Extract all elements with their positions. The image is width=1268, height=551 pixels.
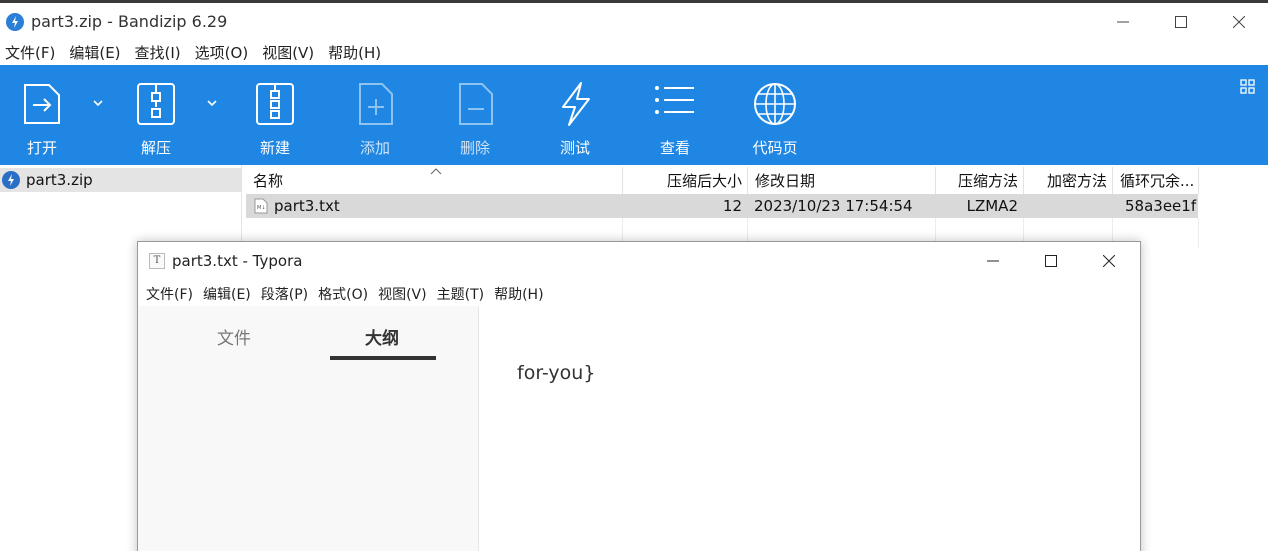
column-header-compressed-size[interactable]: 压缩后大小 (623, 167, 748, 194)
bandizip-toolbar: 打开 解压 新建 添加 删除 测试 查看 代码页 (0, 65, 1268, 165)
typora-window-title: part3.txt - Typora (172, 252, 303, 270)
typora-titlebar: T part3.txt - Typora (138, 242, 1140, 279)
delete-label: 删除 (459, 139, 490, 157)
svg-text:M↓: M↓ (257, 205, 266, 211)
close-icon (1103, 254, 1115, 267)
tree-item-label: part3.zip (26, 171, 93, 189)
file-crc: 58a3ee1f (1125, 197, 1197, 215)
column-encryption-label: 加密方法 (1046, 172, 1107, 190)
column-header-modified[interactable]: 修改日期 (748, 167, 936, 194)
typora-menu-help[interactable]: 帮助(H) (494, 284, 543, 304)
open-dropdown-icon[interactable] (92, 97, 104, 109)
add-button[interactable]: 添加 (325, 65, 425, 165)
typora-menu-format[interactable]: 格式(O) (318, 284, 368, 304)
typora-menu-theme[interactable]: 主题(T) (437, 284, 484, 304)
window-title: part3.zip - Bandizip 6.29 (31, 12, 228, 31)
bandizip-titlebar: part3.zip - Bandizip 6.29 (0, 3, 1268, 40)
close-button[interactable] (1210, 3, 1268, 40)
column-crc-label: 循环冗余... (1120, 172, 1195, 190)
view-icon (655, 86, 694, 114)
menu-options[interactable]: 选项(O) (195, 42, 249, 63)
file-encryption (1024, 194, 1113, 218)
layout-grid-icon[interactable] (1240, 79, 1256, 95)
open-label: 打开 (26, 139, 57, 157)
column-name-label: 名称 (253, 172, 284, 190)
column-header-name[interactable]: 名称 (246, 167, 623, 194)
typora-app-icon: T (149, 253, 165, 269)
menu-view[interactable]: 视图(V) (262, 42, 314, 63)
typora-menu-paragraph[interactable]: 段落(P) (261, 284, 308, 304)
extract-icon (137, 83, 175, 125)
zip-file-icon (2, 171, 20, 189)
table-row[interactable]: M↓ part3.txt 12 2023/10/23 17:54:54 LZMA… (246, 194, 1198, 218)
typora-menu-view[interactable]: 视图(V) (378, 284, 427, 304)
file-modified: 2023/10/23 17:54:54 (754, 197, 913, 215)
minimize-icon (987, 260, 999, 261)
column-method-label: 压缩方法 (957, 172, 1018, 190)
view-button[interactable]: 查看 (625, 65, 725, 165)
new-label: 新建 (259, 139, 290, 157)
column-compressed-size-label: 压缩后大小 (666, 172, 742, 190)
typora-minimize-button[interactable] (964, 242, 1022, 279)
file-name: part3.txt (274, 197, 340, 215)
codepage-button[interactable]: 代码页 (725, 65, 825, 165)
typora-window: T part3.txt - Typora 文件(F) 编辑(E) 段落(P) 格… (137, 241, 1141, 551)
maximize-icon (1175, 15, 1187, 28)
add-icon (359, 83, 393, 125)
minimize-icon (1117, 21, 1129, 22)
sort-ascending-icon (430, 168, 442, 175)
file-method: LZMA2 (966, 197, 1018, 215)
bandizip-menubar: 文件(F) 编辑(E) 查找(I) 选项(O) 视图(V) 帮助(H) (0, 40, 1268, 65)
column-divider (1198, 218, 1199, 248)
open-button[interactable]: 打开 (0, 65, 92, 165)
menu-file[interactable]: 文件(F) (5, 42, 55, 63)
extract-dropdown-icon[interactable] (206, 97, 218, 109)
minimize-button[interactable] (1094, 3, 1152, 40)
test-icon (562, 82, 590, 126)
tab-outline[interactable]: 大纲 (365, 324, 399, 349)
file-compressed-size: 12 (722, 197, 742, 215)
column-header-crc[interactable]: 循环冗余... (1113, 167, 1199, 194)
file-name-cell: M↓ part3.txt (254, 194, 614, 218)
typora-menu-edit[interactable]: 编辑(E) (203, 284, 251, 304)
close-icon (1233, 15, 1245, 28)
delete-button[interactable]: 删除 (425, 65, 525, 165)
extract-button[interactable]: 解压 (106, 65, 206, 165)
column-header-method[interactable]: 压缩方法 (936, 167, 1024, 194)
tab-files[interactable]: 文件 (217, 324, 251, 349)
typora-sidebar: 文件 大纲 (138, 306, 479, 551)
editor-content[interactable]: for-you} (517, 362, 595, 384)
codepage-label: 代码页 (752, 139, 798, 157)
maximize-icon (1045, 254, 1057, 267)
text-file-icon: M↓ (254, 198, 268, 214)
new-archive-icon (256, 83, 294, 125)
add-label: 添加 (359, 139, 390, 157)
typora-maximize-button[interactable] (1022, 242, 1080, 279)
typora-menu-file[interactable]: 文件(F) (146, 284, 193, 304)
typora-close-button[interactable] (1080, 242, 1138, 279)
codepage-globe-icon (754, 83, 796, 125)
bandizip-app-icon (6, 13, 24, 31)
extract-label: 解压 (140, 139, 171, 157)
menu-find[interactable]: 查找(I) (135, 42, 181, 63)
menu-edit[interactable]: 编辑(E) (69, 42, 120, 63)
column-modified-label: 修改日期 (755, 172, 816, 190)
maximize-button[interactable] (1152, 3, 1210, 40)
menu-help[interactable]: 帮助(H) (328, 42, 381, 63)
delete-icon (459, 83, 493, 125)
open-icon (24, 84, 60, 124)
tree-item-root[interactable]: part3.zip (0, 168, 242, 192)
column-header-encryption[interactable]: 加密方法 (1024, 167, 1113, 194)
test-button[interactable]: 测试 (525, 65, 625, 165)
view-label: 查看 (659, 139, 690, 157)
active-tab-indicator (330, 356, 436, 360)
test-label: 测试 (559, 139, 590, 157)
typora-menubar: 文件(F) 编辑(E) 段落(P) 格式(O) 视图(V) 主题(T) 帮助(H… (138, 282, 554, 306)
new-button[interactable]: 新建 (225, 65, 325, 165)
